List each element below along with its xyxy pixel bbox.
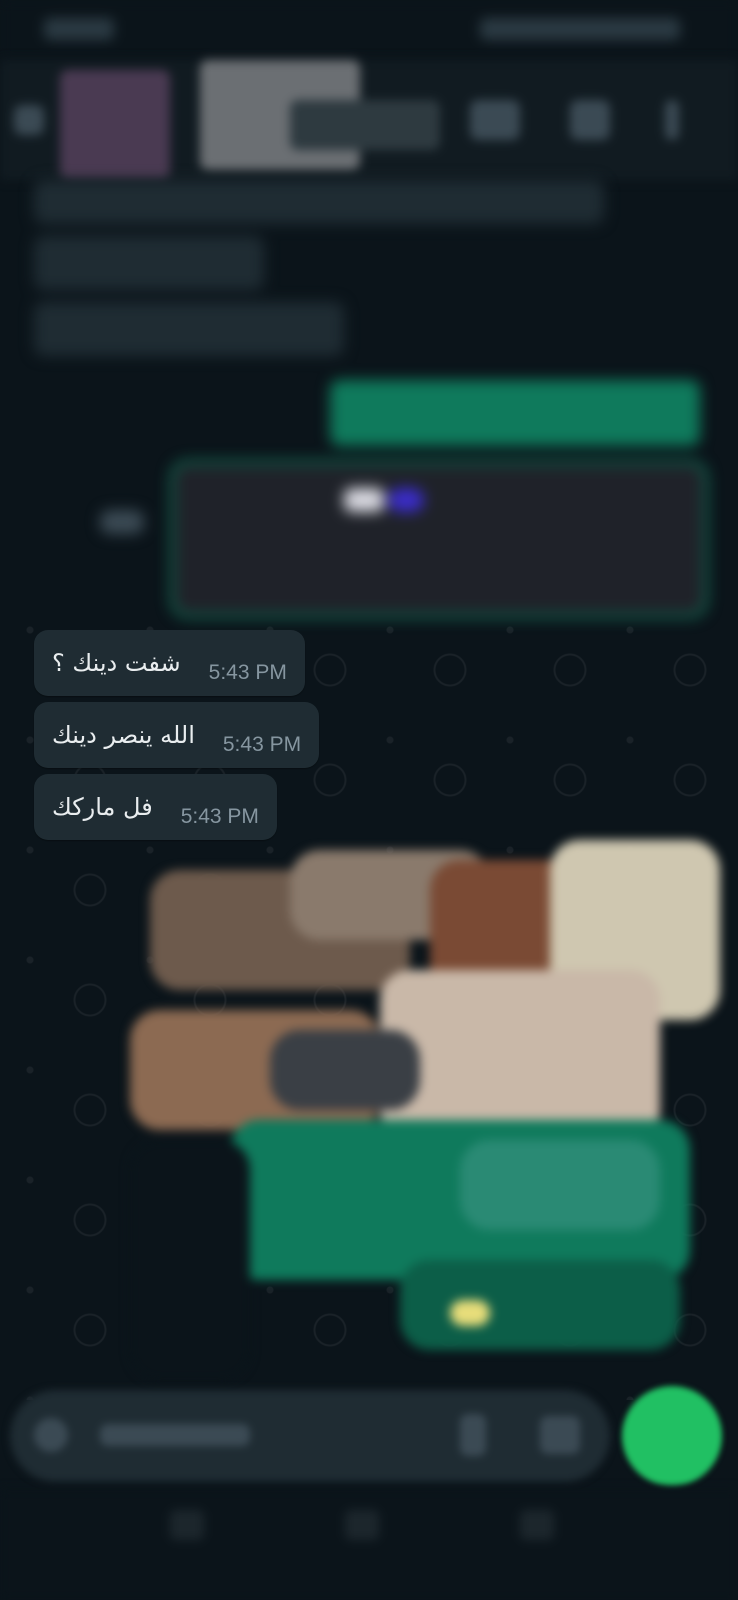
attach-icon[interactable] [460, 1414, 486, 1456]
message-timestamp: 5:43 PM [222, 733, 302, 756]
message-text: فل ماركك [52, 793, 153, 821]
obscured-photo-message[interactable] [130, 840, 720, 1380]
message-text: شفت دينك ؟ [52, 649, 181, 677]
phone-icon[interactable] [570, 100, 610, 140]
message-timestamp: 5:43 PM [208, 661, 287, 684]
mic-icon[interactable] [622, 1386, 722, 1486]
incoming-message[interactable]: شفت دينك ؟ 5:43 PM [34, 630, 305, 696]
video-call-icon[interactable] [470, 100, 520, 140]
message-composer[interactable] [10, 1390, 610, 1482]
obscured-link-card[interactable] [170, 460, 708, 618]
camera-icon[interactable] [540, 1416, 580, 1454]
message-text: الله ينصر دينك [52, 721, 195, 749]
avatar[interactable] [60, 70, 170, 180]
message-timestamp: 5:43 PM [180, 805, 259, 828]
incoming-message[interactable]: فل ماركك 5:43 PM [34, 774, 277, 840]
back-arrow-icon[interactable] [14, 105, 44, 135]
message-input[interactable] [100, 1424, 250, 1446]
status-bar [0, 0, 738, 60]
back-icon[interactable] [520, 1510, 554, 1540]
obscured-messages [0, 180, 738, 618]
recent-apps-icon[interactable] [170, 1510, 204, 1540]
system-navigation-bar [0, 1490, 738, 1600]
more-options-icon[interactable] [665, 100, 679, 140]
chat-header [0, 60, 738, 180]
home-icon[interactable] [345, 1510, 379, 1540]
emoji-icon[interactable] [34, 1418, 68, 1452]
incoming-message[interactable]: الله ينصر دينك 5:43 PM [34, 702, 320, 768]
